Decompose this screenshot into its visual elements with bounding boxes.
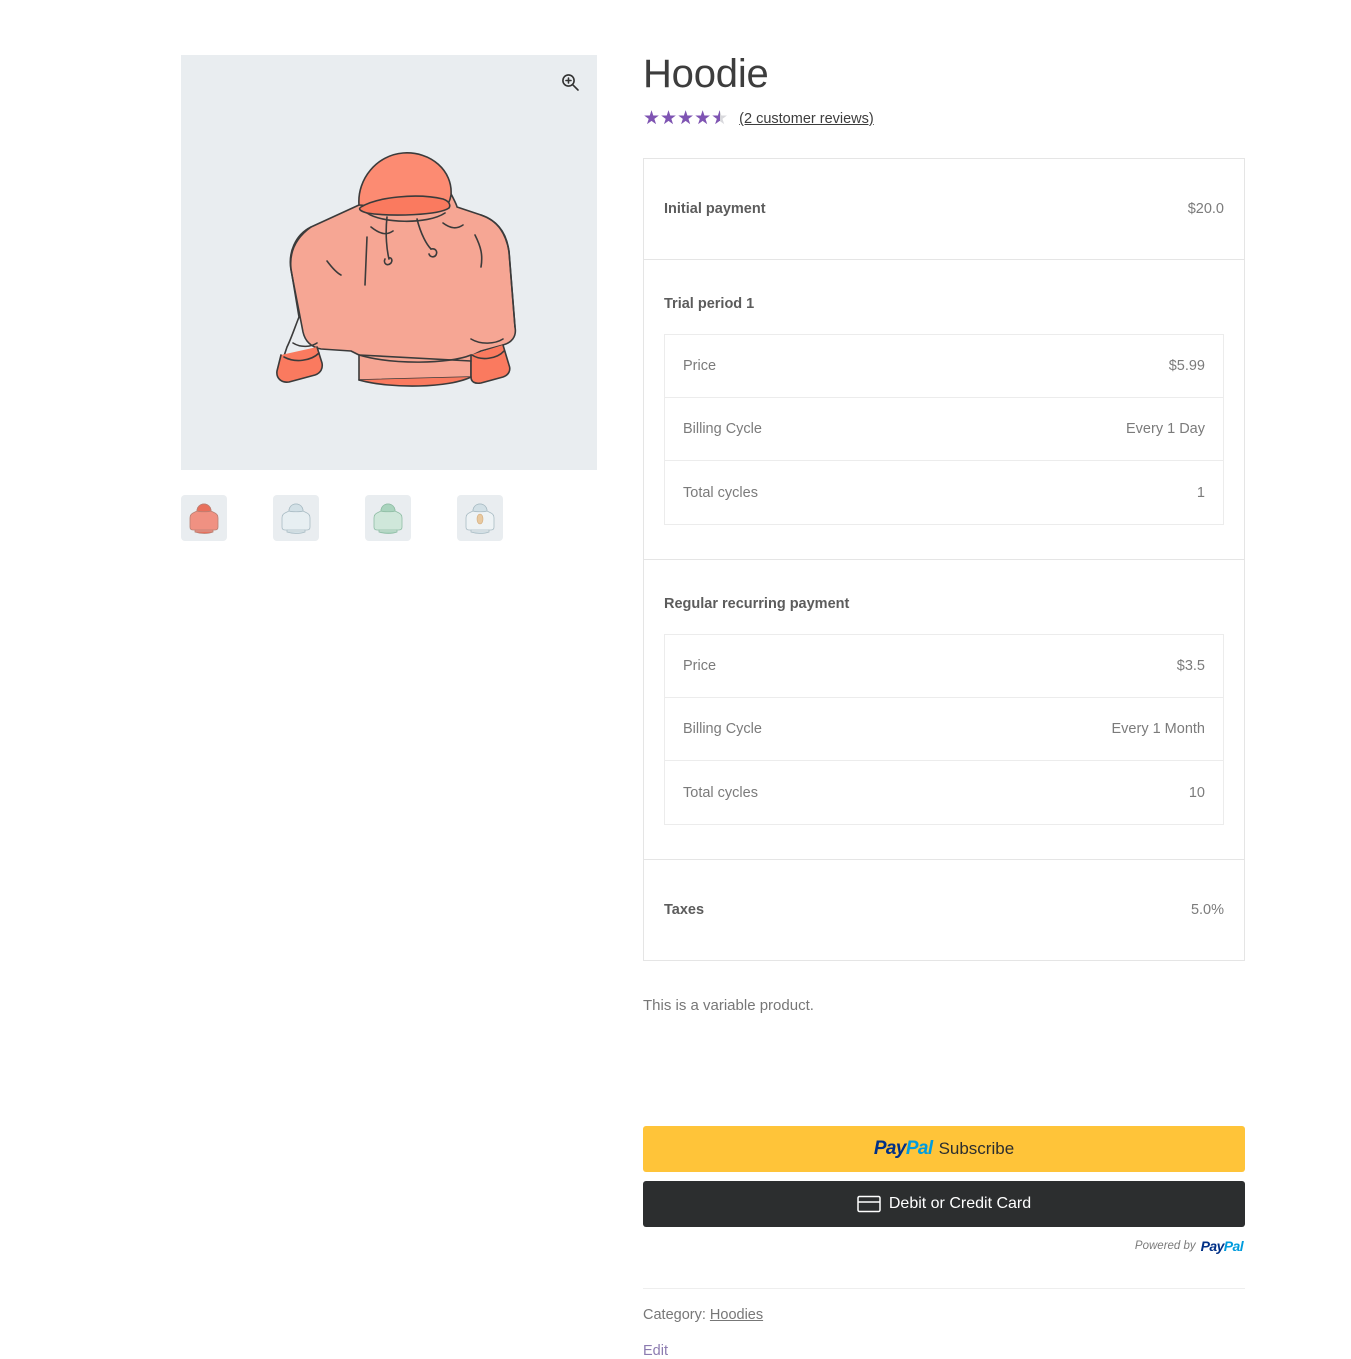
- product-summary: Hoodie ★★★★★ ★★★★★ (2 customer reviews) …: [643, 52, 1245, 1359]
- customer-reviews-link[interactable]: (2 customer reviews): [739, 111, 874, 127]
- taxes-section: Taxes 5.0%: [644, 860, 1244, 960]
- table-row-taxes: Taxes 5.0%: [644, 860, 1244, 960]
- thumb-hoodie-white-blue[interactable]: [273, 495, 319, 541]
- paypal-buttons: PayPal Subscribe Debit or Credit Card Po…: [643, 1126, 1245, 1254]
- product-gallery: [181, 55, 597, 541]
- trial-price-label: Price: [683, 358, 717, 374]
- thumb-hoodie-mint[interactable]: [365, 495, 411, 541]
- edit-product-link[interactable]: Edit: [643, 1343, 1245, 1359]
- category-link[interactable]: Hoodies: [710, 1307, 763, 1323]
- trial-period-table: Price $5.99 Billing Cycle Every 1 Day To…: [664, 334, 1224, 525]
- powered-by-label: Powered by: [1134, 1240, 1196, 1252]
- regular-billing-cycle-label: Billing Cycle: [683, 721, 762, 737]
- regular-payment-title: Regular recurring payment: [664, 596, 850, 612]
- trial-total-cycles-value: 1: [1196, 484, 1205, 501]
- product-meta: Category: Hoodies: [643, 1307, 1245, 1323]
- product-main-image[interactable]: [181, 55, 597, 470]
- page-title: Hoodie: [643, 52, 769, 96]
- taxes-value: 5.0%: [1190, 902, 1224, 918]
- powered-by-paypal: Powered by PayPal: [643, 1238, 1245, 1254]
- paypal-logo-small-pal: Pal: [1223, 1238, 1244, 1254]
- paypal-subscribe-label: Subscribe: [938, 1139, 1015, 1158]
- credit-card-icon: [857, 1195, 881, 1213]
- hoodie-illustration: [276, 152, 517, 387]
- table-row: Price $3.5: [665, 635, 1223, 698]
- table-row: Total cycles 10: [665, 761, 1223, 824]
- thumb-hoodie-white-logo[interactable]: [457, 495, 503, 541]
- initial-payment-section: Initial payment $20.0: [644, 159, 1244, 260]
- debit-credit-card-label: Debit or Credit Card: [888, 1195, 1032, 1212]
- trial-period-section: Trial period 1 Price $5.99 Billing Cycle…: [644, 260, 1244, 560]
- paypal-logo-pal: Pal: [905, 1138, 933, 1159]
- initial-payment-value: $20.0: [1187, 201, 1224, 217]
- product-short-description: This is a variable product.: [643, 997, 814, 1014]
- paypal-logo-small-pay: Pay: [1200, 1238, 1225, 1254]
- table-row: Total cycles 1: [665, 461, 1223, 524]
- paypal-logo-small: PayPal: [1200, 1238, 1244, 1254]
- star-rating: ★★★★★ ★★★★★: [643, 109, 728, 128]
- rating-row: ★★★★★ ★★★★★ (2 customer reviews): [643, 109, 1245, 128]
- table-row: Price $5.99: [665, 335, 1223, 398]
- taxes-label: Taxes: [664, 902, 705, 918]
- paypal-logo-pay: Pay: [873, 1138, 907, 1159]
- trial-period-title: Trial period 1: [664, 296, 755, 312]
- regular-price-value: $3.5: [1176, 658, 1205, 674]
- table-row: Billing Cycle Every 1 Month: [665, 698, 1223, 761]
- regular-price-label: Price: [683, 658, 717, 674]
- debit-credit-card-button[interactable]: Debit or Credit Card: [643, 1181, 1245, 1227]
- paypal-logo: PayPal: [874, 1138, 933, 1160]
- regular-payment-section: Regular recurring payment Price $3.5 Bil…: [644, 560, 1244, 860]
- regular-payment-table: Price $3.5 Billing Cycle Every 1 Month T…: [664, 634, 1224, 825]
- meta-divider: [643, 1288, 1245, 1289]
- trial-billing-cycle-value: Every 1 Day: [1126, 421, 1205, 437]
- thumb-hoodie-salmon[interactable]: [181, 495, 227, 541]
- subscription-price-table: Initial payment $20.0 Trial period 1 Pri…: [643, 158, 1245, 961]
- trial-price-value: $5.99: [1168, 358, 1205, 374]
- star-rating-fill: ★★★★★: [643, 110, 720, 128]
- table-row: Billing Cycle Every 1 Day: [665, 398, 1223, 461]
- category-label: Category:: [643, 1307, 706, 1323]
- regular-total-cycles-label: Total cycles: [683, 784, 758, 801]
- gallery-thumbnails: [181, 495, 597, 541]
- table-row-initial-payment: Initial payment $20.0: [644, 159, 1244, 259]
- zoom-in-icon[interactable]: [553, 65, 587, 99]
- regular-billing-cycle-value: Every 1 Month: [1111, 721, 1206, 737]
- initial-payment-label: Initial payment: [664, 201, 766, 217]
- trial-billing-cycle-label: Billing Cycle: [683, 421, 762, 437]
- paypal-subscribe-button[interactable]: PayPal Subscribe: [643, 1126, 1245, 1172]
- trial-total-cycles-label: Total cycles: [683, 484, 758, 501]
- regular-total-cycles-value: 10: [1188, 784, 1205, 801]
